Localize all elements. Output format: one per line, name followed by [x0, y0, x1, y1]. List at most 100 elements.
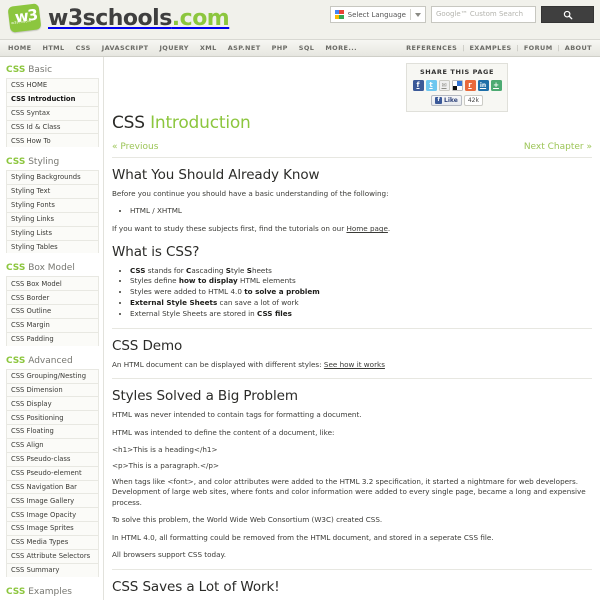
list-item: Styles define how to display HTML elemen… [130, 276, 592, 287]
sidebar-item-css-image-gallery[interactable]: CSS Image Gallery [6, 493, 99, 508]
page-title-prefix: CSS [112, 113, 145, 133]
nav-link-home[interactable]: HOME [8, 40, 31, 57]
sidebar-item-css-media-types[interactable]: CSS Media Types [6, 535, 99, 549]
nav-link-php[interactable]: PHP [272, 40, 288, 57]
facebook-share-icon[interactable]: f [412, 80, 424, 91]
search-input[interactable]: Google™ Custom Search [431, 6, 536, 23]
section-divider [112, 327, 592, 329]
nav-link-about[interactable]: ABOUT [565, 40, 592, 57]
section-heading-what-is-css: What is CSS? [112, 243, 200, 260]
sidebar-item-css-display[interactable]: CSS Display [6, 396, 99, 411]
nav-link-sql[interactable]: SQL [299, 40, 315, 57]
sidebar-item-styling-lists[interactable]: Styling Lists [6, 225, 99, 240]
sidebar-group-title: CSS Basic [6, 65, 53, 75]
share-icon-row: f t ✉ r in + [407, 80, 507, 91]
sidebar-item-styling-links[interactable]: Styling Links [6, 211, 99, 226]
nav-link-asp-net[interactable]: ASP.NET [228, 40, 261, 57]
sidebar-item-css-grouping-nesting[interactable]: CSS Grouping/Nesting [6, 368, 99, 383]
sidebar-item-css-positioning[interactable]: CSS Positioning [6, 410, 99, 425]
sidebar-group-title: CSS Box Model [6, 263, 75, 274]
sidebar-item-styling-text[interactable]: Styling Text [6, 184, 99, 199]
section-heading-styles-solved: Styles Solved a Big Problem [112, 388, 298, 405]
sidebar-item-css-align[interactable]: CSS Align [6, 438, 99, 452]
sidebar-item-css-pseudo-element[interactable]: CSS Pseudo-element [6, 465, 99, 480]
w3schools-logo-icon: w3 w3schools [7, 2, 42, 34]
language-selector[interactable]: Select Language [329, 6, 426, 23]
styles-solved-code-heading: <h1>This is a heading</h1> [112, 444, 218, 454]
section-divider [112, 568, 592, 570]
nav-link-examples[interactable]: EXAMPLES [469, 40, 511, 57]
styles-solved-code-paragraph: <p>This is a paragraph.</p> [112, 460, 219, 470]
nav-separator: | [516, 44, 519, 52]
see-how-it-works-link[interactable]: See how it works [324, 360, 385, 369]
sidebar-group-title: CSS Styling [6, 157, 60, 168]
sidebar-item-css-margin[interactable]: CSS Margin [6, 318, 99, 332]
facebook-f-icon: f [435, 97, 443, 104]
nav-link-javascript[interactable]: JAVASCRIPT [102, 40, 149, 57]
sidebar-item-css-attribute-selectors[interactable]: CSS Attribute Selectors [6, 548, 99, 563]
header-tools: Select Language Google™ Custom Search [329, 6, 594, 23]
sidebar-item-css-outline[interactable]: CSS Outline [6, 304, 99, 319]
already-know-outro-after: . [387, 224, 391, 234]
facebook-like-row: f Like 42k [407, 95, 507, 106]
sidebar-item-css-introduction[interactable]: CSS Introduction [6, 91, 99, 106]
chevron-down-icon [415, 12, 421, 17]
site-logo[interactable]: w3 w3schools w3schools.com [7, 2, 230, 34]
already-know-intro: Before you continue you should have a ba… [112, 189, 389, 198]
home-page-link[interactable]: Home page [346, 224, 387, 233]
what-is-css-bullets: CSS stands for Cascading Style SheetsSty… [112, 266, 592, 320]
main-content: SHARE THIS PAGE f t ✉ r in + f Like 42k … [104, 57, 600, 600]
sidebar-item-css-id-class[interactable]: CSS Id & Class [6, 119, 99, 134]
sidebar: CSS Basic CSS HOME CSS Introduction CSS Syn… [0, 57, 104, 600]
sidebar-item-css-home[interactable]: CSS HOME [6, 78, 99, 92]
sidebar-item-css-floating[interactable]: CSS Floating [6, 424, 99, 439]
nav-link-css[interactable]: CSS [76, 40, 91, 57]
sidebar-item-css-pseudo-class[interactable]: CSS Pseudo-class [6, 451, 99, 466]
page-title: CSS Introduction [112, 113, 592, 133]
sidebar-item-styling-backgrounds[interactable]: Styling Backgrounds [6, 170, 99, 185]
twitter-share-icon[interactable]: t [425, 80, 437, 91]
sidebar-item-css-navigation-bar[interactable]: CSS Navigation Bar [6, 479, 99, 494]
search-button[interactable] [541, 6, 594, 23]
list-item: External Style Sheets can save a lot of … [130, 298, 592, 309]
nav-link-forum[interactable]: FORUM [524, 40, 553, 57]
sidebar-item-css-padding[interactable]: CSS Padding [6, 331, 99, 346]
facebook-like-button[interactable]: f Like [431, 95, 462, 106]
styles-solved-p6: All browsers support CSS today. [112, 550, 226, 560]
sidebar-item-css-image-sprites[interactable]: CSS Image Sprites [6, 521, 99, 536]
nav-primary-links: HOME HTML CSS JAVASCRIPT JQUERY XML ASP.NET PHP… [8, 40, 357, 57]
nav-link-jquery[interactable]: JQUERY [159, 40, 188, 57]
next-chapter-link[interactable]: Next Chapter » [524, 142, 592, 152]
sidebar-item-css-image-opacity[interactable]: CSS Image Opacity [6, 507, 99, 522]
sidebar-item-css-dimension[interactable]: CSS Dimension [6, 382, 99, 397]
nav-separator: | [462, 44, 465, 52]
sidebar-item-styling-fonts[interactable]: Styling Fonts [6, 198, 99, 212]
language-selector-label: Select Language [347, 10, 406, 19]
sidebar-item-css-box-model[interactable]: CSS Box Model [6, 276, 99, 291]
section-divider [112, 378, 592, 380]
nav-secondary-links: REFERENCES | EXAMPLES | FORUM | ABOUT [406, 40, 592, 57]
sidebar-item-css-how-to[interactable]: CSS How To [6, 133, 99, 148]
nav-link-html[interactable]: HTML [42, 40, 64, 57]
sidebar-item-css-syntax[interactable]: CSS Syntax [6, 105, 99, 120]
more-share-icon[interactable]: + [490, 80, 502, 91]
reddit-share-icon[interactable]: r [464, 80, 476, 91]
styles-solved-p5: In HTML 4.0, all formatting could be rem… [112, 532, 494, 542]
main-navigation: HOME HTML CSS JAVASCRIPT JQUERY XML ASP.NET PHP… [0, 40, 600, 57]
already-know-bullets: HTML / XHTML [112, 206, 592, 217]
delicious-share-icon[interactable] [451, 80, 463, 91]
sidebar-item-css-border[interactable]: CSS Border [6, 290, 99, 305]
share-this-page-box: SHARE THIS PAGE f t ✉ r in + f Like 42k [406, 63, 508, 112]
section-heading-css-saves: CSS Saves a Lot of Work! [112, 578, 280, 595]
email-share-icon[interactable]: ✉ [438, 80, 450, 91]
sidebar-item-css-summary[interactable]: CSS Summary [6, 562, 99, 577]
list-item: Styles were added to HTML 4.0 to solve a… [130, 287, 592, 298]
section-heading-css-demo: CSS Demo [112, 337, 183, 354]
sidebar-item-styling-tables[interactable]: Styling Tables [6, 239, 99, 254]
section-heading-already-know: What You Should Already Know [112, 167, 320, 183]
previous-chapter-link[interactable]: « Previous [112, 142, 158, 152]
nav-link-xml[interactable]: XML [200, 40, 217, 57]
nav-link-more[interactable]: MORE... [325, 40, 357, 57]
nav-link-references[interactable]: REFERENCES [406, 40, 457, 57]
linkedin-share-icon[interactable]: in [477, 80, 489, 91]
